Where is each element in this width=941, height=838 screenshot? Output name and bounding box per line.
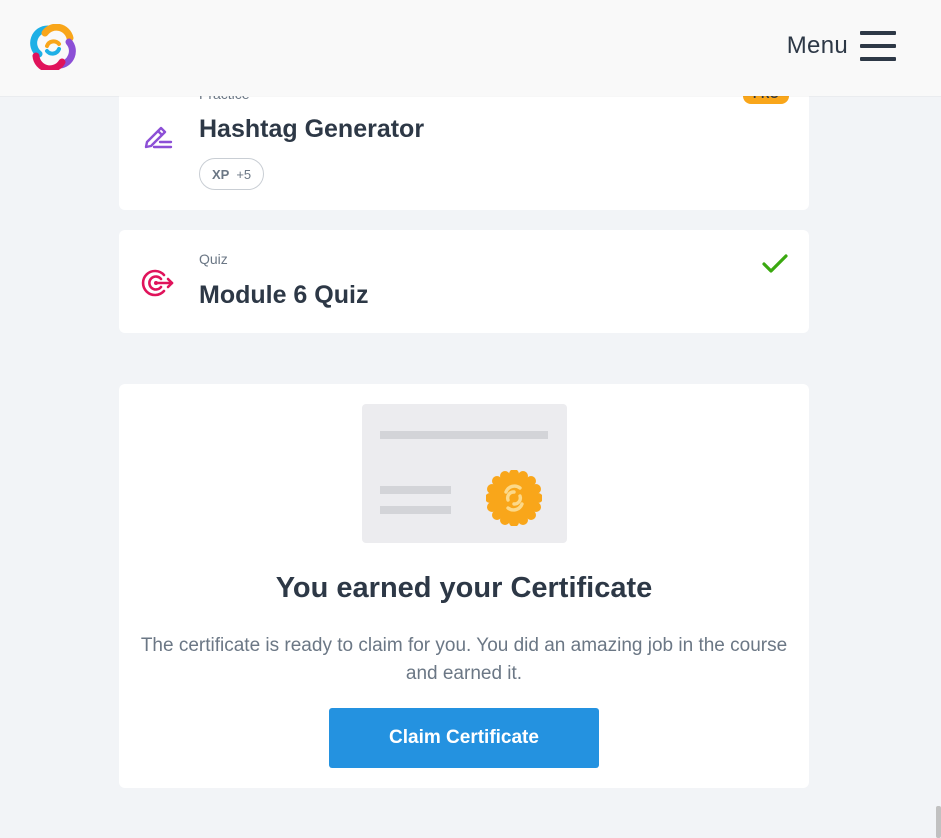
pencil-edit-icon: [144, 126, 173, 149]
page: Practice PRO Hashtag Generator XP +5 Qui…: [0, 0, 941, 838]
target-icon: [141, 269, 174, 297]
hamburger-icon: [860, 31, 896, 61]
certificate-line: [380, 431, 548, 439]
certificate-line: [380, 486, 451, 494]
menu-label: Menu: [786, 32, 848, 59]
item-type-label: Quiz: [199, 251, 228, 267]
certificate-line: [380, 506, 451, 514]
checkmark-icon: [762, 254, 788, 273]
claim-certificate-button[interactable]: Claim Certificate: [329, 708, 599, 768]
scrollbar-thumb[interactable]: [936, 806, 941, 838]
xp-value: +5: [236, 166, 252, 182]
item-title: Module 6 Quiz: [199, 281, 369, 309]
certificate-card: You earned your Certificate The certific…: [119, 384, 809, 788]
xp-label: XP: [212, 166, 230, 182]
lesson-item-quiz[interactable]: Quiz Module 6 Quiz: [119, 230, 809, 333]
header: Menu: [0, 0, 941, 96]
xp-badge: XP +5: [199, 158, 265, 190]
certificate-illustration: [362, 404, 567, 543]
menu-button[interactable]: Menu: [787, 28, 896, 64]
certificate-heading: You earned your Certificate: [275, 572, 653, 604]
certificate-description: The certificate is ready to claim for yo…: [140, 635, 788, 684]
certificate-seal-icon: [486, 470, 542, 526]
item-title: Hashtag Generator: [199, 115, 425, 143]
sololearn-logo-icon[interactable]: [30, 24, 76, 70]
